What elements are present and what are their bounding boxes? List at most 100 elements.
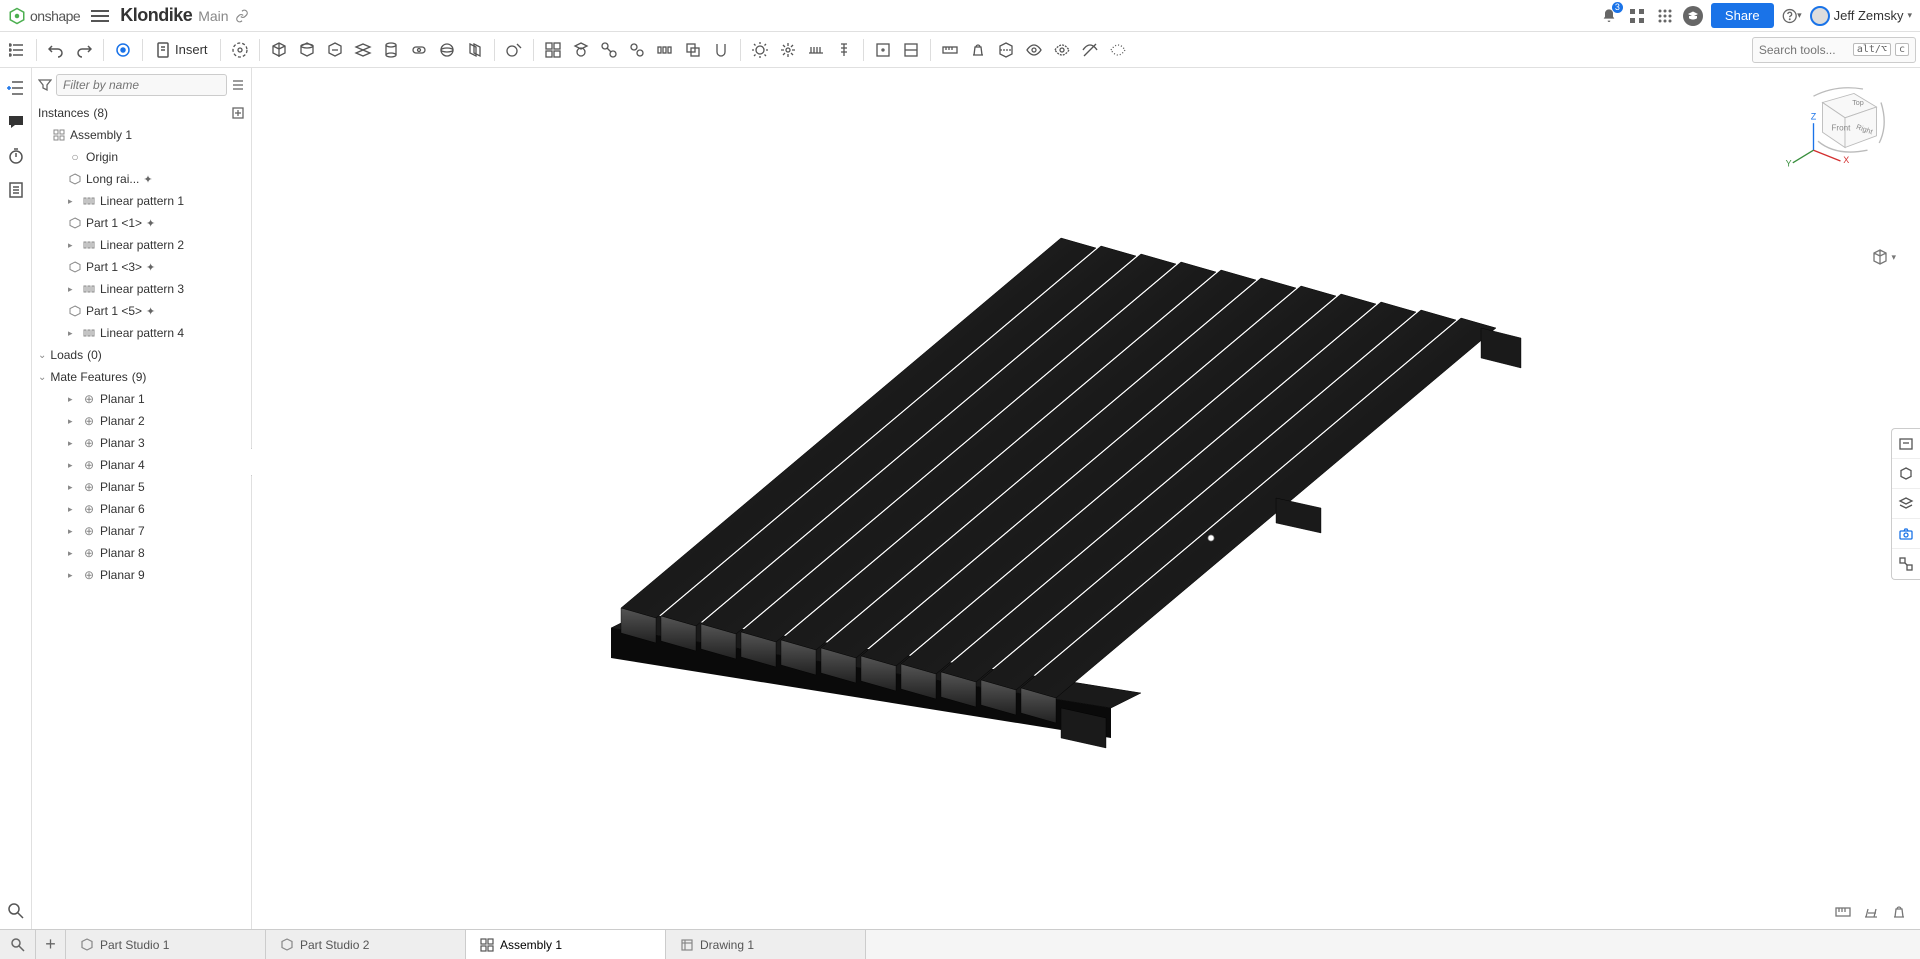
search-tools[interactable]: alt/⌥ c: [1752, 37, 1916, 63]
screw-button[interactable]: [831, 37, 857, 63]
tree-item-pattern[interactable]: ▸ Linear pattern 4: [32, 322, 251, 344]
units-icon[interactable]: [1834, 903, 1852, 921]
group-button[interactable]: [540, 37, 566, 63]
render-mode-button[interactable]: [1892, 459, 1920, 489]
tree-item-origin[interactable]: ○ Origin: [32, 146, 251, 168]
chevron-right-icon[interactable]: ▸: [68, 438, 78, 449]
undo-button[interactable]: [43, 37, 69, 63]
display-mode-button[interactable]: ▾: [1871, 248, 1896, 266]
menu-button[interactable]: [88, 4, 112, 28]
tree-item-assembly[interactable]: Assembly 1: [32, 124, 251, 146]
gear-button[interactable]: [747, 37, 773, 63]
add-feature-button[interactable]: [4, 76, 28, 100]
tree-item-pattern[interactable]: ▸ Linear pattern 3: [32, 278, 251, 300]
slider-mate-button[interactable]: [322, 37, 348, 63]
mate-connector-button[interactable]: [568, 37, 594, 63]
chevron-right-icon[interactable]: ▸: [68, 548, 78, 559]
redo-button[interactable]: [71, 37, 97, 63]
ball-mate-button[interactable]: [434, 37, 460, 63]
chevron-right-icon[interactable]: ▸: [68, 196, 78, 207]
viewport[interactable]: Front Top Right Z X Y ▾: [252, 68, 1920, 929]
chevron-right-icon[interactable]: ▸: [68, 240, 78, 251]
chevron-right-icon[interactable]: ▸: [68, 504, 78, 515]
revolute-mate-button[interactable]: [294, 37, 320, 63]
branch-name[interactable]: Main: [198, 8, 228, 24]
chevron-right-icon[interactable]: ▸: [68, 570, 78, 581]
add-instance-icon[interactable]: [231, 106, 245, 120]
section-view-button[interactable]: [993, 37, 1019, 63]
exploded-view-button[interactable]: [775, 37, 801, 63]
app-switcher-button[interactable]: [1627, 6, 1647, 26]
add-tab-button[interactable]: +: [36, 930, 66, 959]
bom-button[interactable]: [4, 178, 28, 202]
filter-input[interactable]: [56, 74, 227, 96]
chevron-right-icon[interactable]: ▸: [68, 482, 78, 493]
notifications-button[interactable]: 3: [1599, 6, 1619, 26]
instances-section[interactable]: Instances (8): [32, 102, 251, 124]
copy-link-button[interactable]: [235, 9, 249, 23]
search-document-button[interactable]: [4, 899, 28, 923]
revolve-mate-button[interactable]: [227, 37, 253, 63]
chevron-right-icon[interactable]: ▸: [68, 284, 78, 295]
tree-settings-button[interactable]: [231, 75, 245, 95]
tab-drawing-1[interactable]: Drawing 1: [666, 930, 866, 959]
timer-button[interactable]: [4, 144, 28, 168]
share-button[interactable]: Share: [1711, 3, 1774, 28]
tab-assembly-1[interactable]: Assembly 1: [466, 930, 666, 959]
tree-item-mate[interactable]: ▸⊕Planar 1: [32, 388, 251, 410]
snap-button[interactable]: [708, 37, 734, 63]
camera-button[interactable]: [1892, 519, 1920, 549]
chevron-right-icon[interactable]: ▸: [68, 416, 78, 427]
chevron-right-icon[interactable]: ▸: [68, 526, 78, 537]
tree-item-part[interactable]: Part 1 <1> ✦: [32, 212, 251, 234]
help-button[interactable]: ▾: [1782, 6, 1802, 26]
pin-slot-mate-button[interactable]: [406, 37, 432, 63]
tree-item-pattern[interactable]: ▸ Linear pattern 1: [32, 190, 251, 212]
tree-item-part[interactable]: Part 1 <3> ✦: [32, 256, 251, 278]
isolate-button[interactable]: [1049, 37, 1075, 63]
mass-bottom-icon[interactable]: [1890, 903, 1908, 921]
search-tabs-button[interactable]: [0, 930, 36, 959]
apps-button[interactable]: [1655, 6, 1675, 26]
rack-button[interactable]: [803, 37, 829, 63]
mate-features-section[interactable]: ⌄ Mate Features (9): [32, 366, 251, 388]
tree-item-mate[interactable]: ▸⊕Planar 2: [32, 410, 251, 432]
linear-pattern-button[interactable]: [652, 37, 678, 63]
hide-all-button[interactable]: [1077, 37, 1103, 63]
view-cube[interactable]: Front Top Right Z X Y: [1776, 80, 1896, 170]
precision-icon[interactable]: [1862, 903, 1880, 921]
tree-item-part[interactable]: Part 1 <5> ✦: [32, 300, 251, 322]
mass-props-button[interactable]: [965, 37, 991, 63]
tree-item-mate[interactable]: ▸⊕Planar 3: [32, 432, 251, 454]
parallel-mate-button[interactable]: [462, 37, 488, 63]
display-state-button[interactable]: [898, 37, 924, 63]
hide-show-button[interactable]: [1892, 489, 1920, 519]
chevron-right-icon[interactable]: ▸: [68, 394, 78, 405]
cylindrical-mate-button[interactable]: [378, 37, 404, 63]
tab-part-studio-2[interactable]: Part Studio 2: [266, 930, 466, 959]
tree-item-pattern[interactable]: ▸ Linear pattern 2: [32, 234, 251, 256]
tree-item-part[interactable]: Long rai... ✦: [32, 168, 251, 190]
named-position-button[interactable]: [870, 37, 896, 63]
relation-button[interactable]: [596, 37, 622, 63]
make-transparent-button[interactable]: [1105, 37, 1131, 63]
show-hide-button[interactable]: [1021, 37, 1047, 63]
tree-item-mate[interactable]: ▸⊕Planar 5: [32, 476, 251, 498]
replicate-button[interactable]: [680, 37, 706, 63]
selection-filter-button[interactable]: [1892, 429, 1920, 459]
tree-item-mate[interactable]: ▸⊕Planar 9: [32, 564, 251, 586]
tangent-mate-button[interactable]: [501, 37, 527, 63]
point-button[interactable]: [110, 37, 136, 63]
comments-button[interactable]: [4, 110, 28, 134]
search-input[interactable]: [1759, 43, 1849, 57]
feature-list-toggle[interactable]: [4, 37, 30, 63]
fastened-mate-button[interactable]: [266, 37, 292, 63]
tree-item-mate[interactable]: ▸⊕Planar 6: [32, 498, 251, 520]
insert-button[interactable]: Insert: [149, 37, 214, 63]
learning-button[interactable]: [1683, 6, 1703, 26]
planar-mate-button[interactable]: [350, 37, 376, 63]
measure-button[interactable]: [937, 37, 963, 63]
user-menu[interactable]: Jeff Zemsky ▾: [1810, 6, 1912, 26]
gear-relation-button[interactable]: [624, 37, 650, 63]
tree-item-mate[interactable]: ▸⊕Planar 4: [32, 454, 251, 476]
